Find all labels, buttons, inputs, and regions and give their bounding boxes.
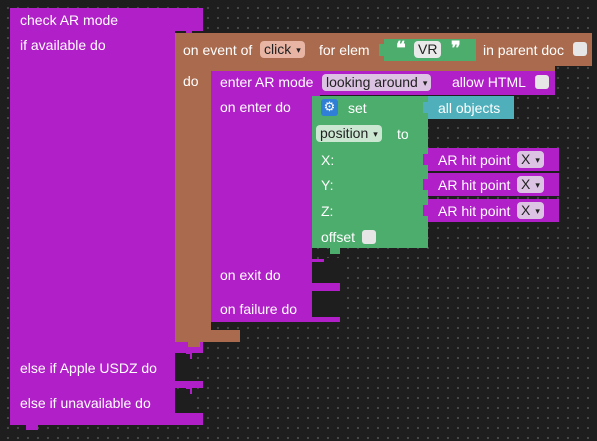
property-dropdown[interactable]: position ▾: [316, 125, 382, 142]
set-label: set: [348, 100, 367, 116]
ar-hit-point-label: AR hit point: [438, 152, 511, 168]
property-value: position: [320, 125, 369, 141]
gear-icon[interactable]: ⚙: [321, 99, 338, 116]
open-quote-icon: ❝: [396, 38, 406, 59]
x-label: X:: [321, 152, 335, 168]
ar-hit-point-label: AR hit point: [438, 177, 511, 193]
on-exit-label: on exit do: [220, 267, 281, 283]
dropdown-arrow-icon: ▾: [422, 78, 428, 88]
y-label: Y:: [321, 177, 334, 193]
elem-text-field[interactable]: VR: [414, 41, 442, 58]
on-failure-label: on failure do: [220, 301, 298, 317]
dropdown-arrow-icon: ▾: [535, 155, 540, 165]
check-ar-mode-title: check AR mode: [20, 12, 119, 28]
on-event-label: on event of: [183, 42, 253, 58]
axis-dropdown[interactable]: X ▾: [517, 202, 544, 219]
else-unavailable-label: else if unavailable do: [20, 395, 151, 411]
event-value: click: [264, 41, 292, 57]
axis-value: X: [521, 176, 531, 192]
else-usdz-label: else if Apple USDZ do: [20, 360, 157, 376]
on-enter-label: on enter do: [220, 99, 291, 115]
dropdown-arrow-icon: ▾: [296, 45, 301, 55]
for-elem-label: for elem: [319, 42, 370, 58]
do-label: do: [183, 73, 199, 89]
mode-dropdown[interactable]: looking around ▾: [322, 74, 432, 91]
enter-ar-mode-label: enter AR mode: [220, 74, 314, 90]
if-available-label: if available do: [20, 37, 106, 53]
offset-checkbox[interactable]: [362, 230, 376, 244]
axis-dropdown[interactable]: X ▾: [517, 151, 544, 168]
axis-value: X: [521, 151, 531, 167]
event-dropdown[interactable]: click ▾: [260, 41, 305, 58]
allow-html-checkbox[interactable]: [535, 75, 549, 89]
dropdown-arrow-icon: ▾: [535, 206, 540, 216]
allow-html-label: allow HTML: [452, 74, 526, 90]
mode-value: looking around: [326, 74, 418, 90]
to-label: to: [397, 126, 409, 142]
dropdown-arrow-icon: ▾: [535, 180, 540, 190]
dropdown-arrow-icon: ▾: [373, 129, 378, 139]
axis-dropdown[interactable]: X ▾: [517, 176, 544, 193]
z-label: Z:: [321, 203, 334, 219]
in-parent-doc-checkbox[interactable]: [573, 42, 587, 56]
all-objects-label: all objects: [438, 100, 501, 116]
on-failure-slot: [312, 291, 340, 317]
axis-value: X: [521, 202, 531, 218]
offset-label: offset: [321, 229, 355, 245]
in-parent-doc-label: in parent doc: [483, 42, 564, 58]
close-quote-icon: ❞: [451, 38, 461, 59]
ar-hit-point-label: AR hit point: [438, 203, 511, 219]
